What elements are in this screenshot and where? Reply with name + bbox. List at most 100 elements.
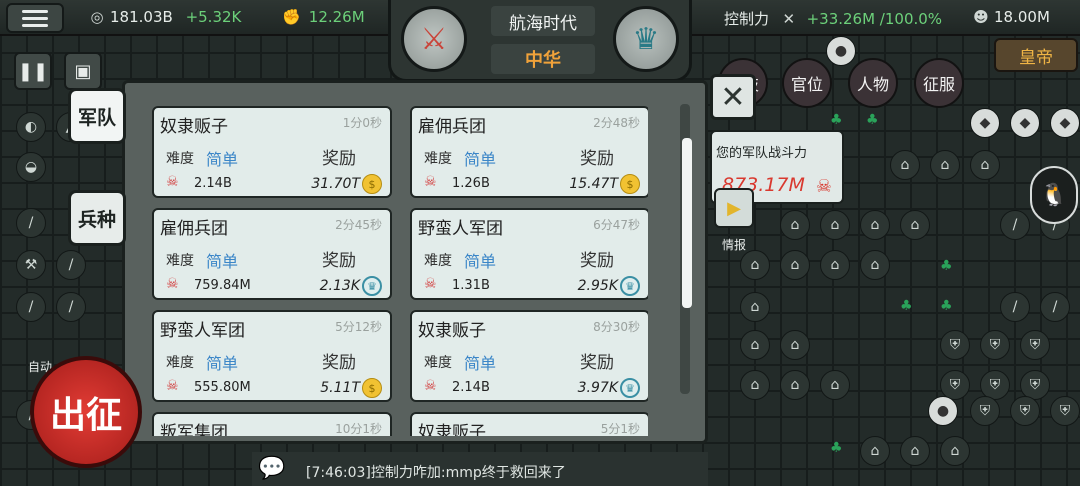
map-tile-icon: ● xyxy=(928,396,958,426)
mission-card[interactable]: 野蛮人军团 6分47秒 难度 简单 奖励 ☠ 1.31B 2.95K ♛ xyxy=(410,208,648,300)
mission-name: 野蛮人军团 xyxy=(160,321,245,341)
floppy-disk-icon: ▣ xyxy=(74,60,92,82)
mission-time: 2分48秒 xyxy=(593,116,640,130)
mission-time: 1分0秒 xyxy=(342,116,382,130)
reward-amount: 31.70T xyxy=(311,176,360,192)
map-tile-icon: ● xyxy=(826,36,856,66)
mission-name: 奴隶贩子 xyxy=(160,117,228,137)
map-tile-icon: ⛨ xyxy=(1050,396,1080,426)
mission-card[interactable]: 叛军集团 10分1秒 xyxy=(152,412,392,436)
map-tile-icon: ⌂ xyxy=(900,210,930,240)
strength-stat: ✊ 12.26M xyxy=(282,8,365,26)
reward-label: 奖励 xyxy=(322,353,356,373)
rank-button[interactable]: 皇帝 xyxy=(994,38,1078,72)
reward-label: 奖励 xyxy=(580,251,614,271)
crossed-swords-small-icon: ✕ xyxy=(782,10,796,28)
flexed-arm-icon: ✊ xyxy=(282,8,301,26)
mission-time: 2分45秒 xyxy=(335,218,382,232)
intel-label: 情报 xyxy=(722,238,747,252)
mission-card[interactable]: 野蛮人军团 5分12秒 难度 简单 奖励 ☠ 555.80M 5.11T $ xyxy=(152,310,392,402)
era-plate: ⚔ 航海时代 中华 ♛ xyxy=(388,0,692,82)
pause-button[interactable]: ❚❚ xyxy=(14,52,52,90)
mission-card[interactable]: 雇佣兵团 2分45秒 难度 简单 奖励 ☠ 759.84M 2.13K ♛ xyxy=(152,208,392,300)
map-tile-icon: / xyxy=(16,208,46,238)
map-tile-icon: / xyxy=(56,250,86,280)
coin-icon: $ xyxy=(362,378,382,398)
film-play-icon: ▶ xyxy=(727,197,741,219)
save-button[interactable]: ▣ xyxy=(64,52,102,90)
enemy-power: 1.31B xyxy=(452,278,490,293)
crossed-swords-icon[interactable]: ⚔ xyxy=(401,6,467,72)
difficulty-label: 难度 xyxy=(424,151,452,167)
coins-icon: ◎ xyxy=(90,8,104,26)
nav-office-button[interactable]: 官位 xyxy=(782,58,832,108)
scrollbar-thumb[interactable] xyxy=(682,138,692,308)
mission-name: 叛军集团 xyxy=(160,423,228,436)
difficulty-value: 简单 xyxy=(206,354,239,373)
skull-icon: ☠ xyxy=(166,276,179,292)
map-tile-icon: ⛨ xyxy=(980,330,1010,360)
tab-army[interactable]: 军队 xyxy=(68,88,126,144)
reward-label: 奖励 xyxy=(322,149,356,169)
map-tile-icon: ⚒ xyxy=(16,250,46,280)
intel-button[interactable]: ▶ xyxy=(714,188,754,228)
reward-amount: 15.47T xyxy=(569,176,618,192)
difficulty-label: 难度 xyxy=(166,355,194,371)
map-tile-icon: ⌂ xyxy=(860,436,890,466)
map-tile-icon: ⌂ xyxy=(970,150,1000,180)
map-tile-icon: / xyxy=(1040,292,1070,322)
reward-label: 奖励 xyxy=(322,251,356,271)
enemy-power: 759.84M xyxy=(194,278,251,293)
tree-icon: ♣ xyxy=(830,112,843,128)
crown-token-icon: ♛ xyxy=(620,378,640,398)
difficulty-label: 难度 xyxy=(166,253,194,269)
map-tile-icon: ⌂ xyxy=(740,250,770,280)
mission-time: 8分30秒 xyxy=(593,320,640,334)
gold-delta: +5.32K xyxy=(185,8,242,26)
chat-message: [7:46:03]控制力咋加:mmp终于救回来了 xyxy=(306,465,566,481)
tree-icon: ♣ xyxy=(940,298,953,314)
map-tile-icon: ⌂ xyxy=(740,370,770,400)
map-tile-icon: ⌂ xyxy=(860,210,890,240)
nav-people-button[interactable]: 人物 xyxy=(848,58,898,108)
map-tile-icon: ⛨ xyxy=(1020,330,1050,360)
map-tile-icon: / xyxy=(56,292,86,322)
mission-card[interactable]: 雇佣兵团 2分48秒 难度 简单 奖励 ☠ 1.26B 15.47T $ xyxy=(410,106,648,198)
map-tile-icon: ⌂ xyxy=(930,150,960,180)
reward-amount: 2.95K xyxy=(577,278,618,294)
mission-card[interactable]: 奴隶贩子 8分30秒 难度 简单 奖励 ☠ 2.14B 3.97K ♛ xyxy=(410,310,648,402)
mission-card[interactable]: 奴隶贩子 1分0秒 难度 简单 奖励 ☠ 2.14B 31.70T $ xyxy=(152,106,392,198)
skull-icon: ☠ xyxy=(815,176,832,197)
enemy-power: 2.14B xyxy=(452,380,490,395)
nation-name: 中华 xyxy=(491,44,595,74)
close-button[interactable]: ✕ xyxy=(710,74,756,120)
difficulty-label: 难度 xyxy=(424,253,452,269)
penguin-icon[interactable]: 🐧 xyxy=(1030,166,1078,224)
mission-list[interactable]: 奴隶贩子 1分0秒 难度 简单 奖励 ☠ 2.14B 31.70T $ 雇佣兵团… xyxy=(136,102,648,436)
mission-time: 5分12秒 xyxy=(335,320,382,334)
chat-bubble-icon[interactable]: 💬 xyxy=(258,456,285,481)
reward-amount: 5.11T xyxy=(320,380,360,396)
mission-card[interactable]: 奴隶贩子 5分1秒 xyxy=(410,412,648,436)
difficulty-value: 简单 xyxy=(464,354,497,373)
control-label: 控制力 xyxy=(724,10,770,28)
menu-icon-bar xyxy=(22,23,48,27)
map-tile-icon: ◒ xyxy=(16,152,46,182)
map-tile-icon: ⌂ xyxy=(780,210,810,240)
expedition-button[interactable]: 出征 xyxy=(30,356,142,468)
menu-icon-bar xyxy=(22,9,48,13)
map-tile-icon: / xyxy=(16,292,46,322)
map-tile-icon: ⌂ xyxy=(820,210,850,240)
menu-button[interactable] xyxy=(6,3,64,33)
skull-icon: ☠ xyxy=(424,378,437,394)
crown-token-icon: ♛ xyxy=(620,276,640,296)
control-value: +33.26M /100.0% xyxy=(806,10,943,28)
tab-unit-type[interactable]: 兵种 xyxy=(68,190,126,246)
reward-amount: 3.97K xyxy=(577,380,618,396)
crown-token-icon: ♛ xyxy=(362,276,382,296)
map-tile-icon: ⌂ xyxy=(780,330,810,360)
map-tile-icon: ⌂ xyxy=(740,292,770,322)
crown-icon[interactable]: ♛ xyxy=(613,6,679,72)
nav-conquer-button[interactable]: 征服 xyxy=(914,58,964,108)
map-tile-icon: / xyxy=(1000,210,1030,240)
